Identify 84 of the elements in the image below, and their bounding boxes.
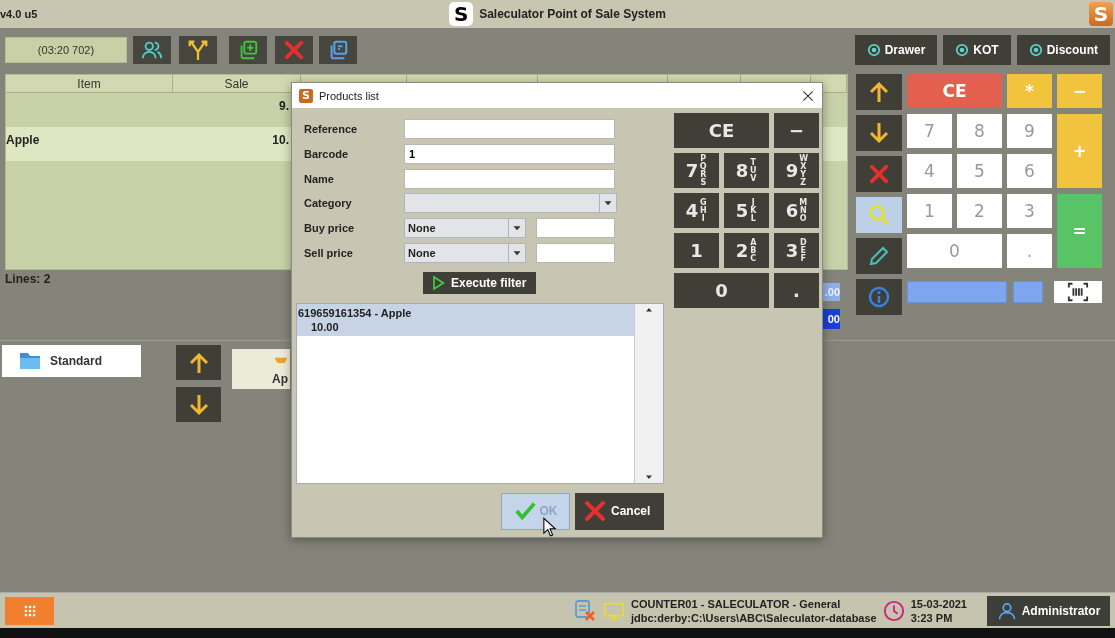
- delete-line-button[interactable]: [856, 156, 902, 192]
- ticket-id-field: (03:20 702): [5, 37, 127, 63]
- column-header: Sale: [173, 75, 301, 93]
- clock-icon: [882, 599, 905, 622]
- version-label: v4.0 u5: [0, 8, 38, 20]
- pencil-icon: [867, 244, 891, 268]
- field-label: Name: [304, 172, 335, 185]
- delete-icon: [868, 163, 890, 185]
- arrow-down-icon: [867, 121, 891, 145]
- text-field[interactable]: [536, 243, 615, 263]
- delete-icon: [283, 39, 305, 61]
- cursor-icon: [543, 517, 557, 537]
- item-price: 10.00: [310, 320, 340, 334]
- amount-field[interactable]: [907, 281, 1007, 303]
- list-item[interactable]: 619659161354 - Apple 10.00: [297, 304, 634, 336]
- info-button[interactable]: [856, 279, 902, 315]
- terminal-label: COUNTER01 - SALECULATOR - General: [631, 596, 842, 611]
- field-label: Category: [304, 197, 353, 210]
- split-arrows-icon: [187, 39, 209, 61]
- split-button[interactable]: [179, 36, 217, 64]
- delete-ticket-button[interactable]: [275, 36, 313, 64]
- move-down-button[interactable]: [856, 115, 902, 151]
- grid-menu-icon: [22, 603, 37, 618]
- cancel-button[interactable]: Cancel: [575, 493, 664, 530]
- keypad-key[interactable]: .: [774, 273, 819, 308]
- copy-button[interactable]: [319, 36, 357, 64]
- move-up-button[interactable]: [856, 74, 902, 110]
- action-button[interactable]: Discount: [1016, 35, 1110, 65]
- barcode-scan-icon: [1067, 281, 1089, 303]
- product-button[interactable]: Ap: [232, 349, 290, 389]
- field-label: Sell price: [304, 247, 354, 259]
- menu-button[interactable]: [5, 596, 54, 625]
- dropdown[interactable]: None: [404, 243, 526, 263]
- table-cell-text: Apple: [6, 132, 41, 147]
- keypad-key[interactable]: −: [774, 113, 819, 148]
- edit-button[interactable]: [856, 238, 902, 274]
- database-label: jdbc:derby:C:\Users\ABC\Saleculator-database: [631, 610, 877, 625]
- target-icon: [955, 43, 970, 57]
- check-icon: [513, 500, 536, 523]
- search-icon: [867, 203, 891, 227]
- action-button[interactable]: KOT: [943, 35, 1011, 65]
- time-label: 3:23 PM: [910, 610, 954, 625]
- filter-button[interactable]: Execute filter: [423, 272, 536, 294]
- app-logo: S: [449, 2, 474, 26]
- column-header: Item: [6, 75, 173, 93]
- database-error-icon: [573, 598, 597, 623]
- user-icon: [996, 600, 1017, 621]
- lines-count: Lines: 2: [5, 272, 51, 288]
- date-label: 15-03-2021: [910, 596, 967, 611]
- category-button[interactable]: Standard: [2, 345, 141, 377]
- text-field[interactable]: [404, 119, 615, 139]
- keypad-key[interactable]: CE: [674, 113, 769, 148]
- dropdown[interactable]: None: [404, 218, 526, 239]
- keypad-key[interactable]: 1: [674, 233, 719, 268]
- users-icon: [141, 39, 163, 61]
- barcode-button[interactable]: [1054, 281, 1102, 303]
- dialog-logo: S: [299, 88, 313, 103]
- customers-button[interactable]: [133, 36, 171, 64]
- field-label: Buy price: [304, 222, 356, 235]
- quantity-field[interactable]: [1013, 281, 1043, 303]
- text-field[interactable]: 1: [404, 143, 615, 164]
- field-label: Barcode: [304, 147, 350, 160]
- arrow-up-icon: [867, 80, 891, 104]
- play-icon: [430, 275, 446, 291]
- user-button[interactable]: Administrator: [987, 595, 1110, 626]
- action-button[interactable]: Drawer: [854, 35, 938, 65]
- field-label: Reference: [304, 123, 359, 135]
- corner-logo: S: [1089, 2, 1113, 26]
- scrollbar[interactable]: [634, 304, 663, 483]
- dropdown[interactable]: [404, 193, 617, 214]
- scroll-up-button[interactable]: [176, 345, 221, 380]
- text-field[interactable]: [404, 168, 615, 189]
- info-icon: [867, 285, 891, 309]
- target-icon: [866, 43, 881, 57]
- item-name: 619659161354 - Apple: [298, 306, 413, 320]
- scroll-down-button[interactable]: [176, 387, 221, 422]
- table-cell-text: 10.: [271, 132, 289, 147]
- window-title: Saleculator Point of Sale System: [479, 7, 666, 21]
- delete-icon: [583, 499, 607, 524]
- text-field[interactable]: [536, 218, 615, 239]
- target-icon: [1028, 43, 1043, 57]
- keypad-key[interactable]: 0: [674, 273, 769, 308]
- dialog-title: Products list: [319, 89, 380, 102]
- new-ticket-button[interactable]: [229, 36, 267, 64]
